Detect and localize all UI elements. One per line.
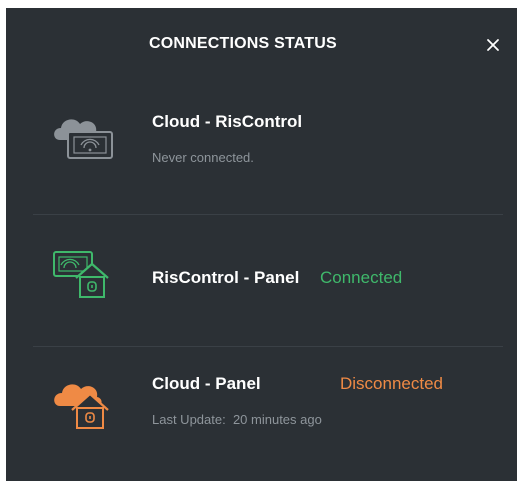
connection-detail: Last Update: 20 minutes ago — [152, 412, 322, 427]
connection-status: Disconnected — [340, 374, 444, 393]
connection-name: Cloud - RisControl — [152, 112, 303, 131]
cloud-house-icon — [54, 384, 109, 429]
cloud-device-icon — [54, 119, 113, 159]
connection-name: Cloud - Panel — [152, 374, 261, 393]
connection-detail: Never connected. — [152, 150, 254, 165]
connection-row-riscontrol-panel: RisControl - Panel Connected — [6, 238, 517, 338]
connection-status: Connected — [320, 268, 403, 287]
dialog-title: CONNECTIONS STATUS — [149, 35, 337, 52]
connections-status-dialog: CONNECTIONS STATUS Cloud - RisControl Ne… — [6, 8, 517, 481]
connection-row-cloud-riscontrol: Cloud - RisControl Never connected. — [6, 98, 517, 208]
close-icon — [487, 39, 499, 51]
close-button[interactable] — [480, 32, 506, 58]
device-house-icon — [53, 251, 109, 298]
connection-row-cloud-panel: Cloud - Panel Disconnected Last Update: … — [6, 358, 517, 468]
connection-name: RisControl - Panel — [152, 268, 300, 287]
row-divider — [33, 214, 503, 215]
row-divider — [33, 346, 503, 347]
